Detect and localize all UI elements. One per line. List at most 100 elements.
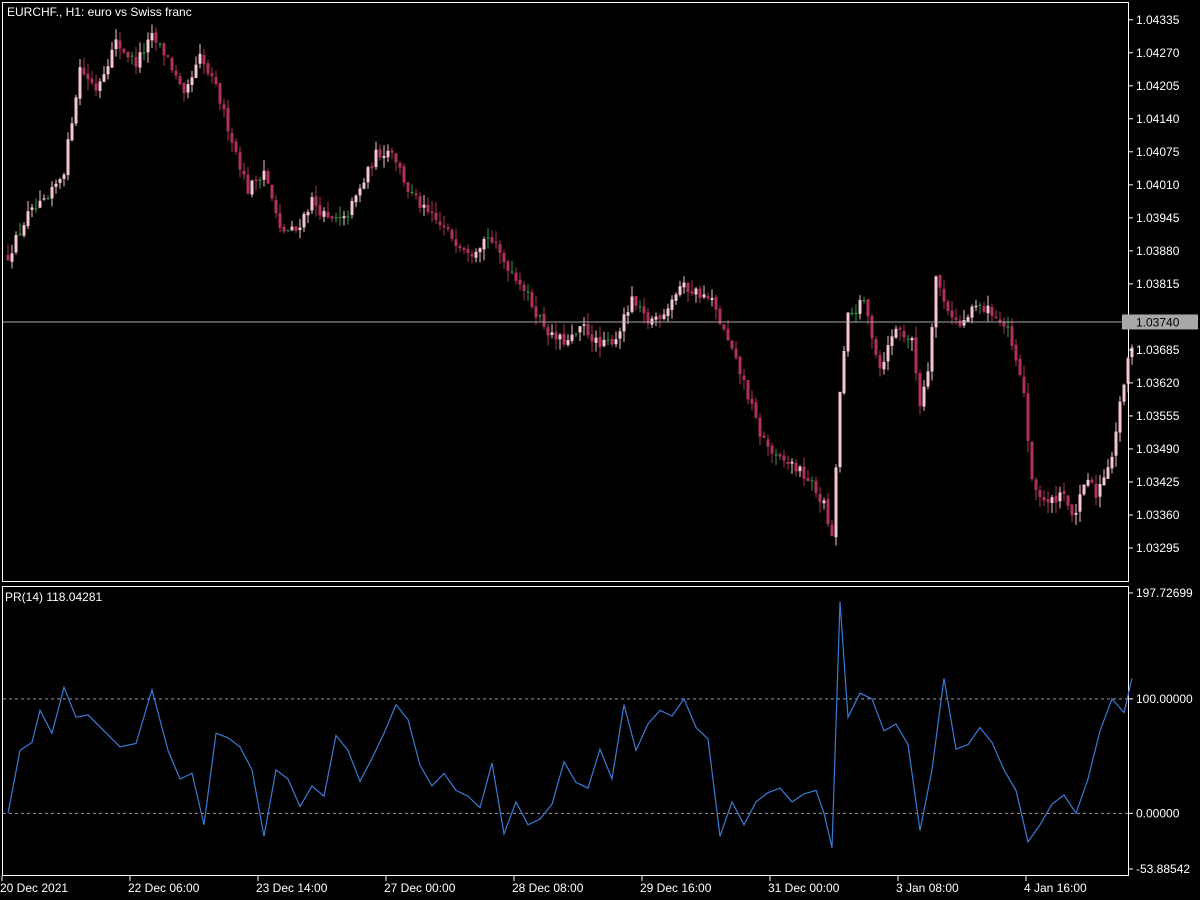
candle-body xyxy=(794,462,798,472)
candle xyxy=(702,285,706,299)
candle xyxy=(1030,441,1034,482)
candle xyxy=(314,185,318,217)
candle xyxy=(666,303,670,322)
candle xyxy=(54,179,58,194)
indicator-axis[interactable]: 197.72699 100.00000 0.00000 -53.88542 xyxy=(1128,586,1193,876)
candle xyxy=(214,70,218,87)
candle xyxy=(226,99,230,141)
candle xyxy=(318,196,322,220)
candle xyxy=(946,299,950,316)
candle-body xyxy=(1062,491,1066,494)
candle-body xyxy=(462,247,466,250)
candle-body xyxy=(758,417,762,437)
indicator-pane[interactable]: PR(14) 118.04281 197.72699 100.00000 0.000… xyxy=(2,586,1194,876)
candle-body xyxy=(918,373,922,407)
candle-body xyxy=(598,336,602,348)
candle xyxy=(938,274,942,297)
candle-body xyxy=(826,498,830,525)
candle-body xyxy=(118,40,122,49)
candle-body xyxy=(942,288,946,302)
candle-body xyxy=(854,313,858,315)
candle-body xyxy=(542,314,546,327)
time-axis[interactable]: 20 Dec 2021 22 Dec 06:00 23 Dec 14:00 27 De… xyxy=(0,876,1087,895)
candle-body xyxy=(842,350,846,394)
candle-body xyxy=(26,211,30,227)
candle-body xyxy=(66,139,70,176)
candle xyxy=(6,244,10,261)
candle xyxy=(662,308,666,321)
candle-body xyxy=(782,455,786,461)
candle-body xyxy=(298,227,302,231)
candle xyxy=(558,332,562,350)
candle-body xyxy=(762,435,766,438)
candle-body xyxy=(582,324,586,326)
candle xyxy=(602,331,606,348)
indicator-title: PR(14) 118.04281 xyxy=(5,590,103,604)
candle xyxy=(1090,476,1094,484)
candle-body xyxy=(90,78,94,84)
candle-body xyxy=(966,317,970,322)
candle-body xyxy=(182,82,186,93)
candle xyxy=(250,179,254,198)
candle-body xyxy=(286,230,290,232)
candle xyxy=(674,292,678,305)
price-axis[interactable]: 1.04335 1.04270 1.04205 1.04140 1.04075 1.040… xyxy=(1128,13,1180,555)
pr-indicator-line xyxy=(7,601,1133,848)
candle-body xyxy=(686,283,690,293)
candle xyxy=(38,190,42,209)
candle xyxy=(782,450,786,468)
candle-body xyxy=(334,217,338,219)
price-tick-label: 1.04335 xyxy=(1136,13,1180,27)
candle-body xyxy=(498,244,502,254)
candle xyxy=(490,230,494,245)
candle xyxy=(102,66,106,83)
candle xyxy=(178,73,182,86)
candle xyxy=(1026,383,1030,453)
candle xyxy=(194,56,198,79)
candles-group xyxy=(6,24,1134,546)
candle-body xyxy=(110,49,114,68)
candle-body xyxy=(578,326,582,333)
candle xyxy=(806,469,810,482)
candle-body xyxy=(122,48,126,53)
candle-body xyxy=(194,64,198,78)
candle-body xyxy=(438,221,442,226)
candle xyxy=(714,294,718,320)
candle xyxy=(798,465,802,478)
candle-body xyxy=(1022,376,1026,394)
candle xyxy=(770,442,774,463)
candle-body xyxy=(702,294,706,298)
candle xyxy=(1094,474,1098,506)
candle-body xyxy=(870,316,874,339)
candle-body xyxy=(902,330,906,338)
candle-body xyxy=(666,308,670,317)
candle-body xyxy=(882,361,886,370)
candle xyxy=(190,71,194,93)
candle xyxy=(594,330,598,352)
candle xyxy=(170,56,174,74)
price-pane[interactable]: EURCHF., H1: euro vs Swiss franc 1.04335… xyxy=(2,2,1199,582)
price-tick-label: 1.03360 xyxy=(1136,508,1180,522)
candle xyxy=(1046,491,1050,514)
candle-body xyxy=(982,305,986,312)
candle xyxy=(542,306,546,330)
time-tick-label: 27 Dec 00:00 xyxy=(384,881,456,895)
candle-body xyxy=(658,315,662,320)
candle xyxy=(110,42,114,69)
candle xyxy=(494,231,498,249)
candle xyxy=(590,325,594,352)
candle xyxy=(1014,339,1018,367)
candle xyxy=(486,228,490,249)
candle-body xyxy=(586,324,590,336)
candle xyxy=(738,355,742,385)
candle-body xyxy=(22,225,26,236)
candle xyxy=(1106,459,1110,479)
candle xyxy=(218,82,222,111)
candle xyxy=(586,313,590,339)
trading-chart[interactable]: EURCHF., H1: euro vs Swiss franc 1.04335… xyxy=(0,0,1200,900)
candle xyxy=(146,32,150,63)
candle-body xyxy=(390,150,394,153)
candle-body xyxy=(146,39,150,53)
candle xyxy=(242,162,246,180)
candle xyxy=(1110,451,1114,474)
